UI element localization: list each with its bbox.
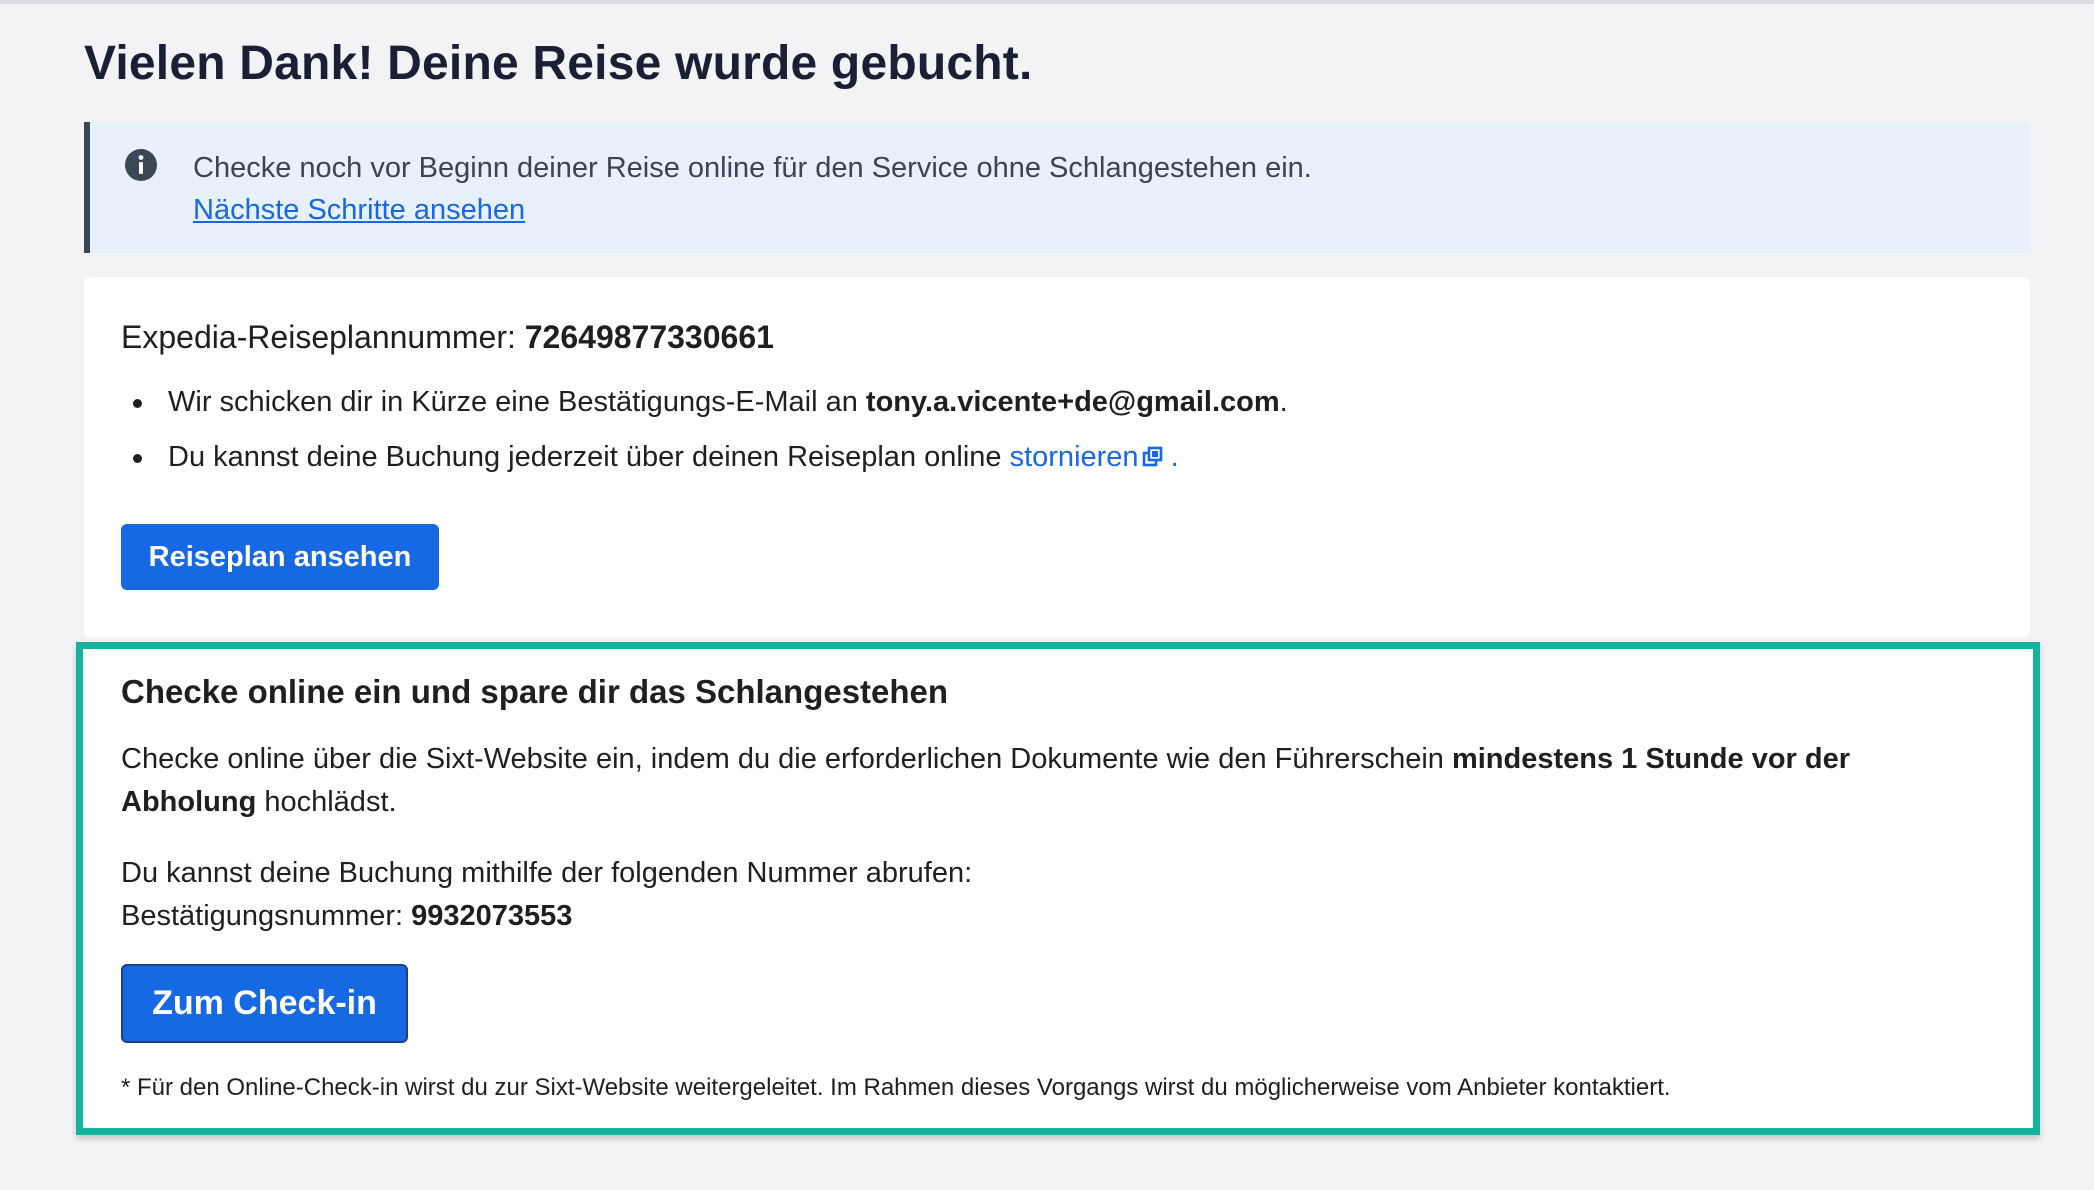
- itinerary-number: 72649877330661: [524, 319, 774, 355]
- info-banner-text: Checke noch vor Beginn deiner Reise onli…: [193, 152, 1312, 184]
- itinerary-number-line: Expedia-Reiseplannummer: 72649877330661: [121, 319, 774, 356]
- itinerary-label: Expedia-Reiseplannummer:: [121, 319, 525, 355]
- checkin-button[interactable]: Zum Check-in: [121, 964, 408, 1043]
- checkin-desc-prefix: Checke online über die Sixt-Website ein,…: [121, 743, 1452, 775]
- confirmation-number: 9932073553: [411, 900, 573, 932]
- external-link-icon[interactable]: [1141, 446, 1163, 468]
- email-text-prefix: Wir schicken dir in Kürze eine Bestätigu…: [168, 386, 866, 418]
- list-item-email: Wir schicken dir in Kürze eine Bestätigu…: [121, 385, 1288, 440]
- cancel-link-label[interactable]: stornieren: [1010, 441, 1139, 473]
- info-icon: [125, 149, 157, 181]
- online-checkin-card: Checke online ein und spare dir das Schl…: [76, 642, 2040, 1135]
- view-itinerary-button[interactable]: Reiseplan ansehen: [121, 524, 439, 590]
- lookup-text: Du kannst deine Buchung mithilfe der fol…: [121, 857, 973, 889]
- cancel-link[interactable]: stornieren: [1010, 441, 1163, 473]
- checkin-description: Checke online über die Sixt-Website ein,…: [121, 738, 1971, 824]
- list-item-cancel: Du kannst deine Buchung jederzeit über d…: [121, 440, 1288, 495]
- checkin-title: Checke online ein und spare dir das Schl…: [121, 673, 949, 710]
- confirmation-line: Bestätigungsnummer: 9932073553: [121, 895, 972, 938]
- checkin-footnote: * Für den Online-Check-in wirst du zur S…: [121, 1074, 1671, 1101]
- email-address: tony.a.vicente+de@gmail.com: [865, 386, 1280, 418]
- checkin-desc-suffix: hochlädst.: [256, 786, 397, 818]
- booking-lookup: Du kannst deine Buchung mithilfe der fol…: [121, 852, 972, 938]
- page-title: Vielen Dank! Deine Reise wurde gebucht.: [84, 37, 1033, 90]
- cancel-text-prefix: Du kannst deine Buchung jederzeit über d…: [168, 441, 1010, 473]
- email-text-suffix: .: [1279, 386, 1288, 418]
- confirmation-label: Bestätigungsnummer:: [121, 900, 412, 932]
- next-steps-link[interactable]: Nächste Schritte ansehen: [193, 194, 525, 227]
- itinerary-card: Expedia-Reiseplannummer: 72649877330661 …: [84, 277, 2030, 637]
- cancel-text-suffix: .: [1162, 441, 1179, 473]
- info-banner: Checke noch vor Beginn deiner Reise onli…: [84, 122, 2030, 253]
- info-bullet-list: Wir schicken dir in Kürze eine Bestätigu…: [121, 385, 1288, 495]
- top-divider: [0, 0, 2094, 4]
